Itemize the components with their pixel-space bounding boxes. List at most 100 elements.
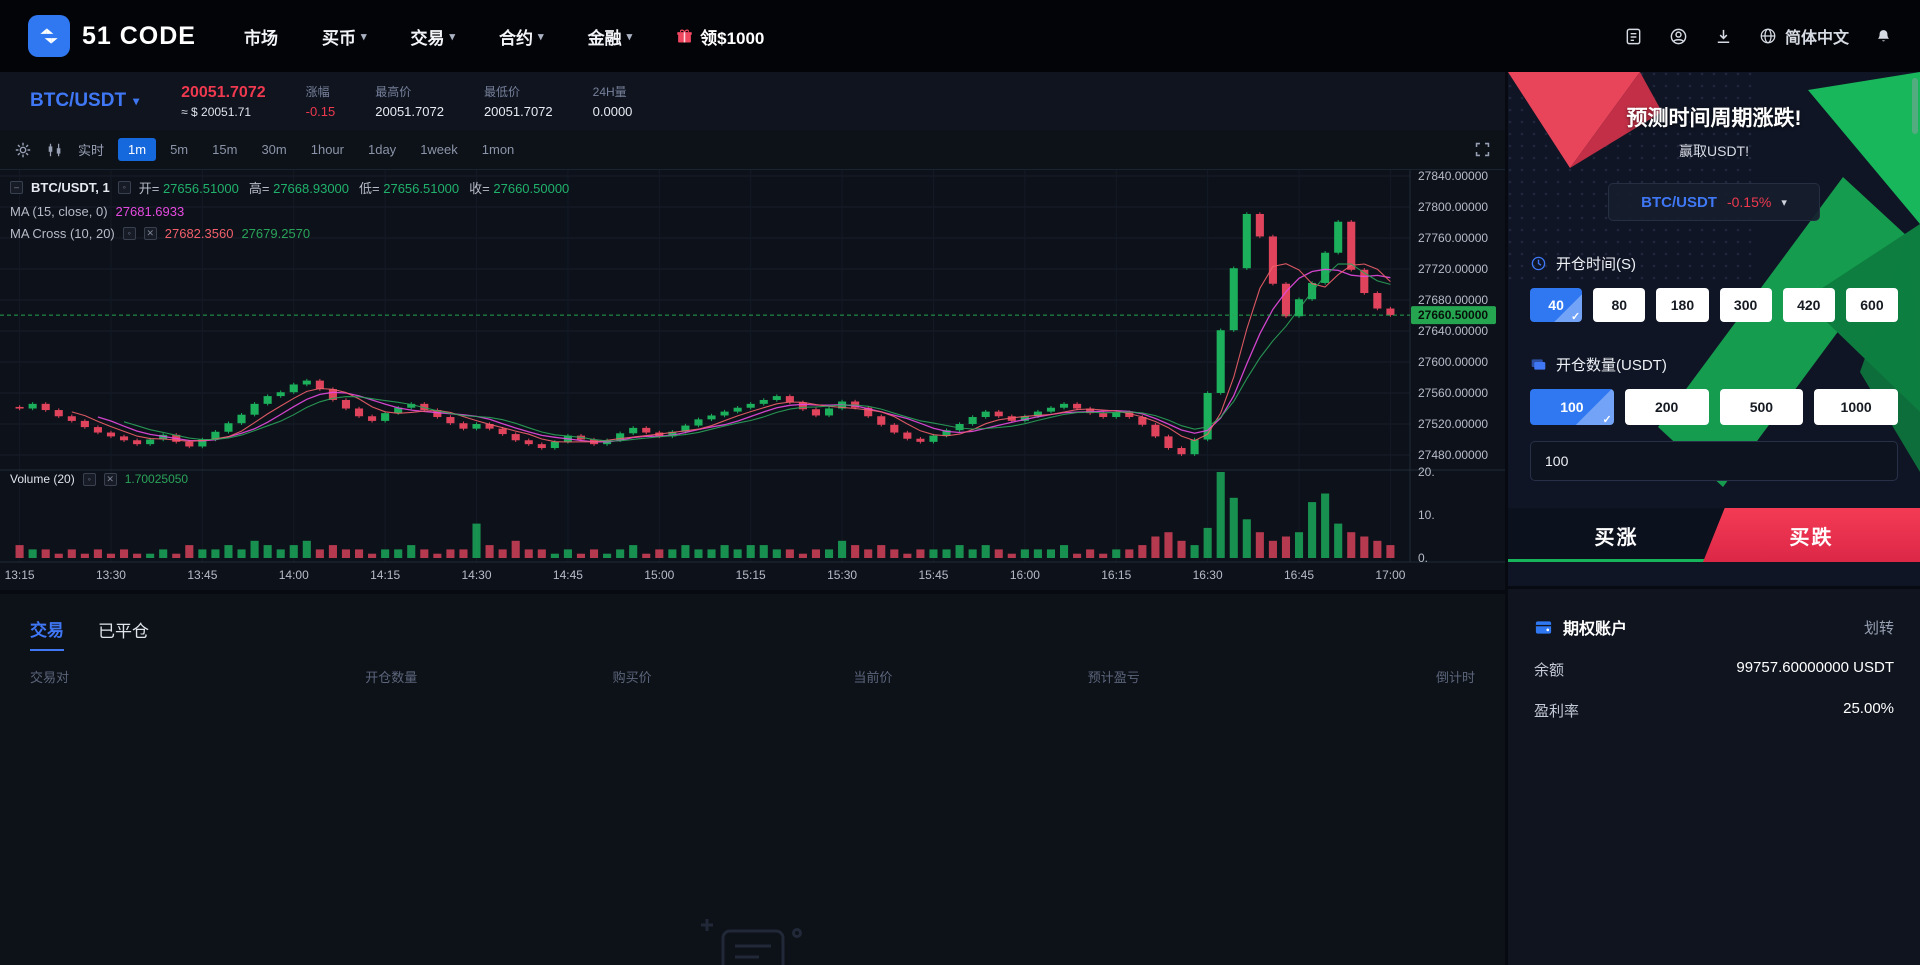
prediction-panel: 预测时间周期涨跌! 赢取USDT! BTC/USDT -0.15% ▾ 开仓时间… <box>1508 72 1920 586</box>
prediction-pair-dropdown[interactable]: BTC/USDT -0.15% ▾ <box>1608 183 1820 221</box>
fullscreen-icon[interactable] <box>1474 141 1491 158</box>
check-icon: ✓ <box>1603 413 1612 426</box>
nav-item-4[interactable]: 合约▾ <box>499 24 544 49</box>
option-300[interactable]: 300 <box>1720 288 1772 322</box>
chart-toolbar: 实时 1m5m15m30m1hour1day1week1mon <box>0 130 1505 170</box>
nav-item-3[interactable]: 交易▾ <box>411 24 456 49</box>
timeframe-1day[interactable]: 1day <box>358 138 406 161</box>
column-header: 交易对 <box>30 667 271 686</box>
close-icon[interactable]: ✕ <box>104 473 117 486</box>
svg-text:16:15: 16:15 <box>1101 568 1131 582</box>
download-icon[interactable] <box>1714 27 1733 46</box>
chevron-down-icon: ▾ <box>450 30 456 43</box>
transfer-link[interactable]: 划转 <box>1864 617 1894 638</box>
option-100[interactable]: 100✓ <box>1530 389 1614 425</box>
timeframe-30m[interactable]: 30m <box>251 138 296 161</box>
brand[interactable]: 51 CODE <box>28 15 196 57</box>
globe-icon <box>1759 27 1777 45</box>
timeframe-1m[interactable]: 1m <box>118 138 156 161</box>
clock-icon <box>1530 255 1547 272</box>
chart-type-icon[interactable] <box>46 141 64 159</box>
last-price-approx: ≈ $ 20051.71 <box>181 105 266 119</box>
svg-text:15:15: 15:15 <box>736 568 766 582</box>
svg-text:14:30: 14:30 <box>462 568 492 582</box>
account-rows: 余额99757.60000000 USDT盈利率25.00% <box>1534 659 1894 721</box>
language-selector[interactable]: 简体中文 <box>1759 24 1849 48</box>
open-amount-options: 100✓ 200 500 1000 <box>1530 389 1898 425</box>
realtime-button[interactable]: 实时 <box>78 140 104 159</box>
settings-gear-icon[interactable] <box>14 141 32 159</box>
svg-text:14:15: 14:15 <box>370 568 400 582</box>
option-600[interactable]: 600 <box>1846 288 1898 322</box>
option-40[interactable]: 40✓ <box>1530 288 1582 322</box>
claim-bonus-button[interactable]: 领$1000 <box>676 24 764 49</box>
timeframe-1mon[interactable]: 1mon <box>472 138 525 161</box>
ohlc-values: 开= 27656.51000高= 27668.93000低= 27656.510… <box>139 178 570 197</box>
amount-input[interactable] <box>1530 441 1898 481</box>
visibility-toggle-icon[interactable]: ◦ <box>118 181 131 194</box>
option-500[interactable]: 500 <box>1720 389 1804 425</box>
close-icon[interactable]: ✕ <box>144 227 157 240</box>
account-row: 余额99757.60000000 USDT <box>1534 659 1894 680</box>
nav-item-5[interactable]: 金融▾ <box>588 24 633 49</box>
svg-text:27800.00000: 27800.00000 <box>1418 200 1488 214</box>
last-price: 20051.7072 <box>181 84 266 102</box>
svg-text:27600.00000: 27600.00000 <box>1418 355 1488 369</box>
gift-icon <box>676 28 693 45</box>
svg-text:0.: 0. <box>1418 551 1428 565</box>
svg-text:16:30: 16:30 <box>1193 568 1223 582</box>
ohlc-item: 收= 27660.50000 <box>469 178 569 197</box>
option-420[interactable]: 420 <box>1783 288 1835 322</box>
timeframe-5m[interactable]: 5m <box>160 138 198 161</box>
chevron-down-icon: ▾ <box>1781 196 1787 209</box>
tab-交易[interactable]: 交易 <box>30 616 64 651</box>
column-header: 倒计时 <box>1234 667 1475 686</box>
timeframe-1week[interactable]: 1week <box>410 138 468 161</box>
ohlc-item: 高= 27668.93000 <box>249 178 349 197</box>
nav-item-2[interactable]: 买币▾ <box>322 24 367 49</box>
svg-text:15:45: 15:45 <box>918 568 948 582</box>
option-180[interactable]: 180 <box>1656 288 1708 322</box>
svg-text:27560.00000: 27560.00000 <box>1418 386 1488 400</box>
svg-text:16:45: 16:45 <box>1284 568 1314 582</box>
bell-icon[interactable] <box>1875 28 1892 45</box>
svg-text:27840.00000: 27840.00000 <box>1418 170 1488 183</box>
column-header: 开仓数量 <box>271 667 512 686</box>
svg-text:10.: 10. <box>1418 508 1435 522</box>
account-icon[interactable] <box>1669 27 1688 46</box>
svg-text:13:15: 13:15 <box>5 568 35 582</box>
promo-subtitle: 赢取USDT! <box>1530 141 1898 161</box>
nav-menu: 市场 买币▾ 交易▾ 合约▾ 金融▾ <box>244 24 632 49</box>
svg-text:16:00: 16:00 <box>1010 568 1040 582</box>
buy-up-button[interactable]: 买涨 <box>1508 508 1725 562</box>
tab-已平仓[interactable]: 已平仓 <box>98 617 149 650</box>
timeframe-1hour[interactable]: 1hour <box>301 138 354 161</box>
chart-area[interactable]: – BTC/USDT, 1 ◦ 开= 27656.51000高= 27668.9… <box>0 170 1505 590</box>
positions-panel: 交易已平仓 交易对开仓数量购买价当前价预计盈亏倒计时 <box>0 594 1505 965</box>
pair-selector[interactable]: BTC/USDT ▾ <box>30 90 139 112</box>
open-amount-label: 开仓数量(USDT) <box>1556 354 1667 375</box>
ma-cross-value-2: 27679.2570 <box>241 226 310 241</box>
option-80[interactable]: 80 <box>1593 288 1645 322</box>
visibility-toggle-icon[interactable]: ◦ <box>83 473 96 486</box>
volume-label: Volume (20) <box>10 472 75 486</box>
svg-text:27660.50000: 27660.50000 <box>1418 308 1488 322</box>
orders-icon[interactable] <box>1624 27 1643 46</box>
option-200[interactable]: 200 <box>1625 389 1709 425</box>
svg-text:27480.00000: 27480.00000 <box>1418 448 1488 462</box>
buy-down-button[interactable]: 买跌 <box>1703 508 1920 562</box>
chevron-down-icon: ▾ <box>627 30 633 43</box>
collapse-legend-icon[interactable]: – <box>10 181 23 194</box>
svg-text:20.: 20. <box>1418 465 1435 479</box>
last-price-block: 20051.7072 ≈ $ 20051.71 <box>181 84 266 119</box>
option-1000[interactable]: 1000 <box>1814 389 1898 425</box>
chevron-down-icon: ▾ <box>133 94 139 108</box>
column-header: 预计盈亏 <box>993 667 1234 686</box>
language-label: 简体中文 <box>1785 24 1849 48</box>
ma-label: MA (15, close, 0) <box>10 204 108 219</box>
visibility-toggle-icon[interactable]: ◦ <box>123 227 136 240</box>
brand-logo-icon <box>28 15 70 57</box>
nav-item-1[interactable]: 市场 <box>244 24 278 49</box>
timeframe-15m[interactable]: 15m <box>202 138 247 161</box>
buy-buttons: 买涨 买跌 <box>1508 508 1920 562</box>
